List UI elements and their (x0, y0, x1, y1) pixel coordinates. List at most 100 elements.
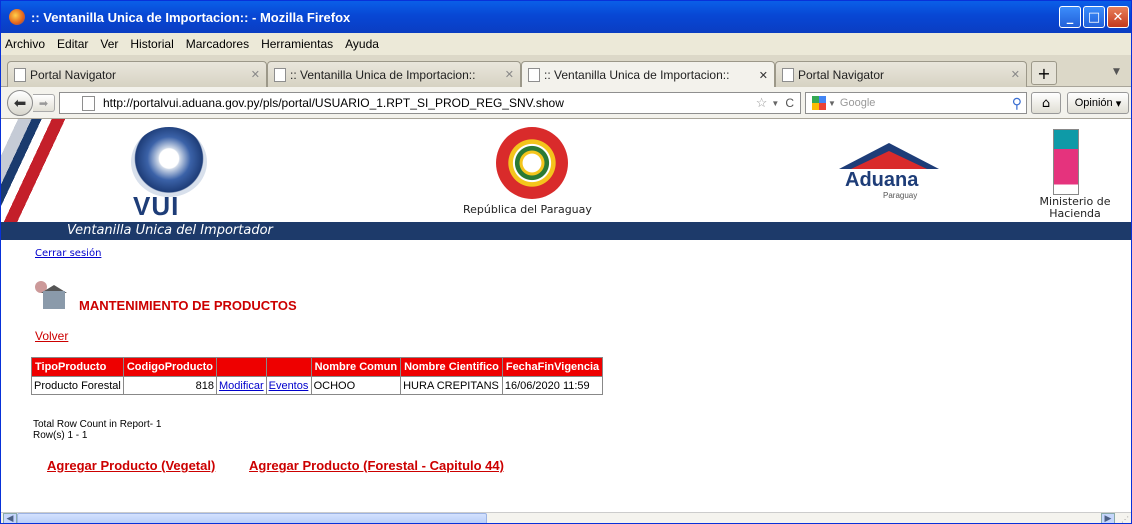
tab-vui-1[interactable]: :: Ventanilla Unica de Importacion:: ✕ (267, 61, 521, 87)
horizontal-scrollbar[interactable]: ◀ ▶ ⋰ (1, 512, 1131, 524)
back-button[interactable]: ⬅ (7, 90, 33, 116)
add-forestal-product-link[interactable]: Agregar Producto (Forestal - Capitulo 44… (249, 458, 504, 473)
opinion-button[interactable]: Opinión ▾ (1067, 92, 1129, 114)
tab-portal-navigator-1[interactable]: Portal Navigator ✕ (7, 61, 267, 87)
col-header-fecha: FechaFinVigencia (502, 358, 603, 376)
url-text[interactable]: http://portalvui.aduana.gov.py/pls/porta… (103, 96, 756, 110)
aduana-logo: Aduana Paraguay (839, 143, 939, 203)
page-icon (14, 67, 26, 82)
search-icon[interactable]: ⚲ (1012, 95, 1022, 112)
resize-grip-icon: ⋰ (1121, 515, 1129, 524)
products-icon (35, 281, 67, 311)
opinion-label: Opinión (1074, 97, 1113, 109)
tab-vui-active[interactable]: :: Ventanilla Unica de Importacion:: ✕ (521, 61, 775, 88)
house-icon (43, 291, 65, 309)
cell-fecha: 16/06/2020 11:59 (502, 377, 603, 394)
menu-herramientas[interactable]: Herramientas (261, 37, 333, 51)
scroll-right-button[interactable]: ▶ (1101, 513, 1115, 523)
menu-historial[interactable]: Historial (130, 37, 173, 51)
aduana-logo-text: Aduana (845, 169, 919, 191)
home-button[interactable]: ⌂ (1031, 92, 1061, 114)
aduana-roof-accent-icon (851, 151, 927, 169)
scrollbar-thumb[interactable] (17, 513, 487, 523)
col-header-tipo: TipoProducto (32, 358, 123, 376)
reload-icon[interactable]: C (785, 96, 794, 110)
tab-label: Portal Navigator (798, 67, 885, 82)
menu-bar: Archivo Editar Ver Historial Marcadores … (1, 33, 1131, 55)
table-header-row: TipoProducto CodigoProducto Nombre Comun… (32, 358, 603, 376)
page-title: MANTENIMIENTO DE PRODUCTOS (79, 298, 297, 313)
col-header-nombre-comun: Nombre Comun (311, 358, 401, 376)
col-header-codigo: CodigoProducto (123, 358, 216, 376)
search-box[interactable]: ▼ Google ⚲ (805, 92, 1027, 114)
menu-archivo[interactable]: Archivo (5, 37, 45, 51)
ministry-logo-icon (1053, 129, 1079, 195)
ministry-caption: Ministerio de Hacienda (1039, 195, 1111, 220)
tab-label: Portal Navigator (30, 67, 117, 82)
minimize-button[interactable]: _ (1059, 6, 1081, 28)
col-header-nombre-cientifico: Nombre Cientifico (401, 358, 502, 376)
products-table: TipoProducto CodigoProducto Nombre Comun… (31, 357, 604, 395)
browser-window: :: Ventanilla Unica de Importacion:: - M… (0, 0, 1132, 524)
report-summary: Total Row Count in Report- 1 Row(s) 1 - … (33, 419, 161, 441)
menu-marcadores[interactable]: Marcadores (186, 37, 249, 51)
menu-editar[interactable]: Editar (57, 37, 88, 51)
page-content: VUI República del Paraguay Aduana Paragu… (1, 119, 1131, 512)
close-button[interactable]: ✕ (1107, 6, 1129, 28)
cell-tipo: Producto Forestal (32, 377, 123, 394)
tab-label: :: Ventanilla Unica de Importacion:: (544, 68, 730, 82)
maximize-button[interactable]: □ (1083, 6, 1105, 28)
url-bar[interactable]: http://portalvui.aduana.gov.py/pls/porta… (59, 92, 801, 114)
logout-link[interactable]: Cerrar sesión (35, 248, 101, 259)
vui-emblem-icon (131, 127, 207, 197)
add-vegetal-product-link[interactable]: Agregar Producto (Vegetal) (47, 458, 215, 473)
tab-close-icon[interactable]: ✕ (251, 68, 260, 81)
cell-nombre-comun: OCHOO (311, 377, 401, 394)
bookmark-star-icon[interactable]: ☆ (756, 95, 768, 111)
cell-eventos: Eventos (266, 377, 311, 394)
firefox-icon (9, 9, 25, 25)
header-banner: VUI República del Paraguay Aduana Paragu… (1, 119, 1131, 240)
menu-ayuda[interactable]: Ayuda (345, 37, 379, 51)
page-icon (782, 67, 794, 82)
tab-close-icon[interactable]: ✕ (505, 68, 514, 81)
modificar-link[interactable]: Modificar (219, 380, 264, 392)
search-engine-dropdown-icon[interactable]: ▼ (828, 99, 836, 108)
cell-codigo: 818 (123, 377, 216, 394)
cell-nombre-cientifico: HURA CREPITANS (401, 377, 502, 394)
tab-portal-navigator-2[interactable]: Portal Navigator ✕ (775, 61, 1027, 87)
page-icon (274, 67, 286, 82)
page-icon (528, 68, 540, 82)
aduana-logo-subtext: Paraguay (883, 191, 918, 200)
navigation-bar: ⬅ ➡ http://portalvui.aduana.gov.py/pls/p… (1, 87, 1131, 119)
url-dropdown-icon[interactable]: ▼ (771, 99, 779, 108)
total-row-count: Total Row Count in Report- 1 (33, 419, 162, 430)
menu-ver[interactable]: Ver (100, 37, 118, 51)
tab-label: :: Ventanilla Unica de Importacion:: (290, 67, 476, 82)
vui-logo: VUI (119, 125, 219, 221)
back-link[interactable]: Volver (35, 329, 68, 343)
col-header-modificar (216, 358, 266, 376)
banner-stripe (1, 119, 101, 223)
search-input[interactable]: Google (840, 97, 1012, 109)
title-bar: :: Ventanilla Unica de Importacion:: - M… (1, 1, 1131, 33)
tab-close-icon[interactable]: ✕ (1011, 68, 1020, 81)
rows-range: Row(s) 1 - 1 (33, 430, 88, 441)
eventos-link[interactable]: Eventos (269, 380, 309, 392)
tagline-bar: Ventanilla Unica del Importador (1, 222, 1131, 240)
tab-list-dropdown-icon[interactable]: ▼ (1113, 67, 1120, 77)
tab-bar: Portal Navigator ✕ :: Ventanilla Unica d… (1, 55, 1131, 88)
forward-button[interactable]: ➡ (33, 94, 55, 112)
page-icon (82, 95, 95, 111)
table-row: Producto Forestal 818 Modificar Eventos … (32, 377, 603, 394)
google-icon[interactable] (812, 96, 826, 110)
paraguay-seal-icon (496, 127, 568, 199)
seal-caption: República del Paraguay (463, 203, 592, 216)
window-title: :: Ventanilla Unica de Importacion:: - M… (31, 9, 351, 25)
vui-logo-text: VUI (133, 191, 180, 221)
new-tab-button[interactable]: + (1031, 61, 1057, 85)
cell-modificar: Modificar (216, 377, 266, 394)
tab-close-icon[interactable]: ✕ (759, 69, 768, 82)
scroll-left-button[interactable]: ◀ (3, 513, 17, 523)
col-header-eventos (266, 358, 311, 376)
